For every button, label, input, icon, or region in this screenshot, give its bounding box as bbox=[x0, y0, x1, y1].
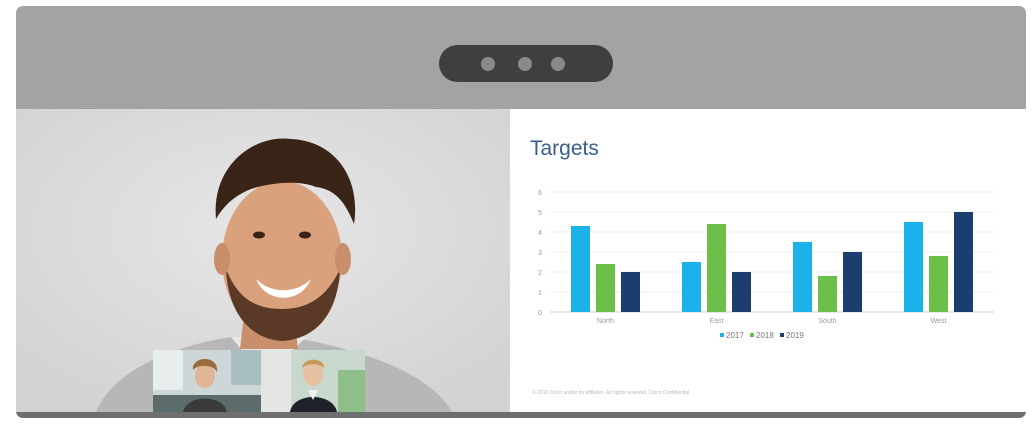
y-tick-label: 0 bbox=[538, 310, 542, 317]
legend-swatch bbox=[750, 333, 754, 337]
x-tick-label: West bbox=[931, 318, 947, 325]
video-device: Targets 0 1 2 3 4 5 6 North East South West 2017 201… bbox=[16, 6, 1026, 418]
bar-west-2019 bbox=[954, 212, 973, 312]
bar-east-2017 bbox=[682, 262, 701, 312]
bar-south-2019 bbox=[843, 252, 862, 312]
participant-thumbnails[interactable] bbox=[153, 350, 365, 412]
y-tick-label: 1 bbox=[538, 290, 542, 297]
x-tick-label: South bbox=[818, 318, 836, 325]
legend-swatch bbox=[720, 333, 724, 337]
camera-lens-icon bbox=[551, 57, 565, 71]
bar-south-2017 bbox=[793, 242, 812, 312]
main-video-feed bbox=[16, 109, 510, 412]
camera-bar bbox=[439, 45, 613, 82]
y-tick-label: 3 bbox=[538, 250, 542, 257]
bar-north-2019 bbox=[621, 272, 640, 312]
bar-north-2017 bbox=[571, 226, 590, 312]
legend-label: 2017 bbox=[726, 331, 744, 340]
bar-east-2018 bbox=[707, 224, 726, 312]
x-tick-label: North bbox=[597, 318, 614, 325]
y-tick-label: 2 bbox=[538, 270, 542, 277]
bar-north-2018 bbox=[596, 264, 615, 312]
y-tick-label: 6 bbox=[538, 190, 542, 197]
slide-footer: © 2016 Cisco and/or its affiliates. All … bbox=[532, 390, 690, 396]
bar-chart: 0 1 2 3 4 5 6 North East South West 2017 2018 2019 bbox=[538, 190, 994, 340]
bar-south-2018 bbox=[818, 276, 837, 312]
display-screen: Targets 0 1 2 3 4 5 6 North East South West 2017 201… bbox=[16, 109, 1026, 412]
bar-west-2018 bbox=[929, 256, 948, 312]
thumbnail-videos bbox=[153, 350, 365, 412]
legend-label: 2019 bbox=[786, 331, 804, 340]
bar-west-2017 bbox=[904, 222, 923, 312]
legend-label: 2018 bbox=[756, 331, 774, 340]
shared-slide: Targets 0 1 2 3 4 5 6 North East South West 2017 201… bbox=[510, 109, 1026, 412]
y-tick-label: 4 bbox=[538, 230, 542, 237]
x-tick-label: East bbox=[709, 318, 723, 325]
camera-lens-icon bbox=[481, 57, 495, 71]
bar-east-2019 bbox=[732, 272, 751, 312]
legend-swatch bbox=[780, 333, 784, 337]
bottom-bezel bbox=[16, 412, 1026, 418]
y-tick-label: 5 bbox=[538, 210, 542, 217]
camera-lens-icon bbox=[518, 57, 532, 71]
